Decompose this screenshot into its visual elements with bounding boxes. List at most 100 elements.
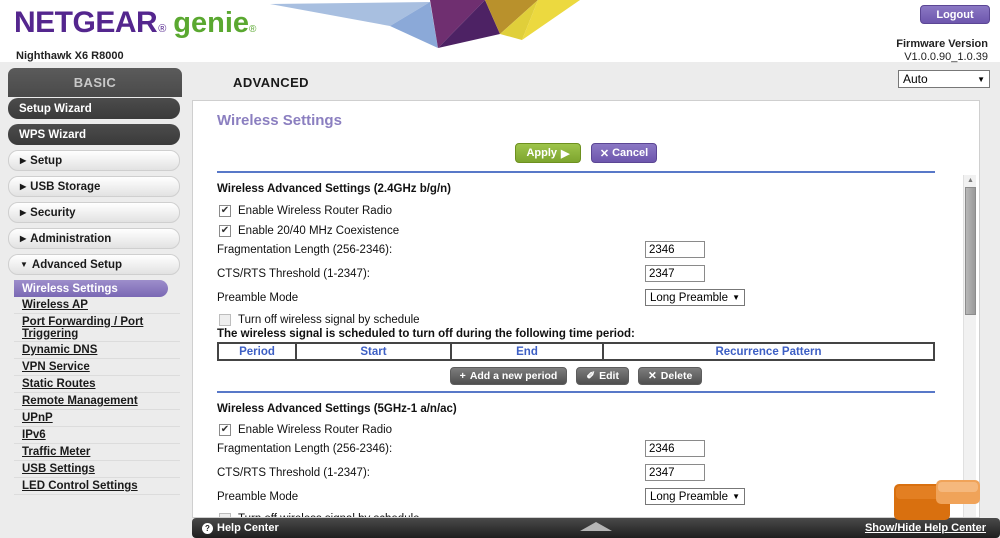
apply-button[interactable]: Apply ▶ bbox=[515, 143, 581, 163]
cts-rts-5-label: CTS/RTS Threshold (1-2347): bbox=[217, 467, 370, 479]
sidebar-item-label: Port Forwarding / Port Triggering bbox=[22, 315, 144, 340]
sidebar-item-wireless-settings[interactable]: Wireless Settings bbox=[14, 280, 168, 297]
cancel-button[interactable]: ✕ Cancel bbox=[591, 143, 657, 163]
column-header-recurrence: Recurrence Pattern bbox=[715, 345, 822, 358]
schedule-action-buttons: + Add a new period ✐ Edit ✕ Delete bbox=[217, 367, 935, 385]
scrollbar-thumb[interactable] bbox=[965, 187, 976, 315]
page-header: NETGEAR ® genie ® Nighthawk X6 R8000 bbox=[0, 0, 1000, 62]
table-header-row: Period Start End Recurrence Pattern bbox=[218, 343, 934, 360]
sidebar-item-dynamic-dns[interactable]: Dynamic DNS bbox=[14, 342, 180, 359]
section-title-5ghz: Wireless Advanced Settings (5GHz-1 a/n/a… bbox=[217, 403, 457, 415]
registered-mark-icon: ® bbox=[158, 23, 167, 35]
sidebar-item-usb-storage[interactable]: ▶ USB Storage bbox=[8, 176, 180, 197]
sidebar-item-ipv6[interactable]: IPv6 bbox=[14, 427, 180, 444]
help-center-button[interactable]: ? Help Center bbox=[202, 522, 279, 534]
chevron-right-icon: ▶ bbox=[20, 156, 27, 165]
sidebar-item-led-control-settings[interactable]: LED Control Settings bbox=[14, 478, 180, 495]
delete-button[interactable]: ✕ Delete bbox=[637, 367, 703, 385]
chevron-down-icon: ▼ bbox=[732, 492, 740, 501]
column-header-period: Period bbox=[218, 343, 297, 360]
edit-button[interactable]: ✐ Edit bbox=[576, 367, 629, 385]
brand-netgear-text: NETGEAR bbox=[14, 6, 158, 39]
page-body: Setup Wizard WPS Wizard ▶ Setup ▶ USB St… bbox=[0, 98, 1000, 538]
sidebar-item-administration[interactable]: ▶ Administration bbox=[8, 228, 180, 249]
frag-length-5-label: Fragmentation Length (256-2346): bbox=[217, 443, 393, 455]
schedule-off-24-row: Turn off wireless signal by schedule bbox=[219, 310, 420, 330]
sidebar-item-label: LED Control Settings bbox=[22, 480, 138, 492]
help-center-bar: ? Help Center Show/Hide Help Center bbox=[192, 518, 1000, 538]
sidebar-item-setup-wizard[interactable]: Setup Wizard bbox=[8, 98, 180, 119]
scroll-up-arrow-icon[interactable]: ▲ bbox=[964, 175, 977, 186]
cts-rts-24-input[interactable]: 2347 bbox=[645, 265, 705, 282]
sidebar-item-wireless-ap[interactable]: Wireless AP bbox=[14, 297, 180, 314]
tab-basic[interactable]: BASIC bbox=[8, 68, 182, 97]
sidebar-item-upnp[interactable]: UPnP bbox=[14, 410, 180, 427]
content-panel: Wireless Settings Apply ▶ ✕ Cancel Wirel… bbox=[192, 100, 980, 518]
sidebar-item-label: USB Settings bbox=[22, 463, 95, 475]
sidebar-item-label: USB Storage bbox=[30, 180, 101, 193]
frag-length-5-input[interactable]: 2346 bbox=[645, 440, 705, 457]
enable-radio-24-checkbox[interactable] bbox=[219, 205, 231, 217]
sidebar-item-remote-management[interactable]: Remote Management bbox=[14, 393, 180, 410]
chevron-right-icon: ▶ bbox=[20, 182, 27, 191]
sidebar-item-label: Wireless AP bbox=[22, 299, 88, 311]
cts-rts-24-label: CTS/RTS Threshold (1-2347): bbox=[217, 268, 370, 280]
add-new-period-button[interactable]: + Add a new period bbox=[449, 367, 568, 385]
chevron-down-icon: ▼ bbox=[20, 260, 28, 269]
help-center-label: Help Center bbox=[217, 522, 279, 534]
firmware-version-label: Firmware Version bbox=[896, 38, 988, 50]
schedule-off-5-row: Turn off wireless signal by schedule bbox=[219, 509, 420, 517]
sidebar-navigation: Setup Wizard WPS Wizard ▶ Setup ▶ USB St… bbox=[0, 98, 190, 538]
sidebar-item-setup[interactable]: ▶ Setup bbox=[8, 150, 180, 171]
sidebar-item-label: Security bbox=[30, 206, 76, 219]
sidebar-item-port-forwarding[interactable]: Port Forwarding / Port Triggering bbox=[14, 314, 180, 342]
netgear-genie-admin-page: NETGEAR ® genie ® Nighthawk X6 R8000 Log… bbox=[0, 0, 1000, 538]
sidebar-item-label: Setup Wizard bbox=[19, 102, 92, 115]
enable-radio-24-label: Enable Wireless Router Radio bbox=[238, 205, 393, 217]
brand-genie-text: genie bbox=[173, 7, 250, 39]
sidebar-item-security[interactable]: ▶ Security bbox=[8, 202, 180, 223]
sidebar-item-static-routes[interactable]: Static Routes bbox=[14, 376, 180, 393]
cts-rts-5-input[interactable]: 2347 bbox=[645, 464, 705, 481]
question-mark-icon: ? bbox=[202, 522, 213, 534]
sidebar-item-advanced-setup[interactable]: ▼ Advanced Setup bbox=[8, 254, 180, 275]
chevron-right-icon: ▶ bbox=[20, 234, 27, 243]
content-scrollbar[interactable]: ▲ bbox=[963, 175, 976, 517]
sidebar-item-label: Administration bbox=[30, 232, 112, 245]
sidebar-item-label: IPv6 bbox=[22, 429, 46, 441]
preamble-24-select[interactable]: Long Preamble ▼ bbox=[645, 289, 745, 306]
schedule-note-24: The wireless signal is scheduled to turn… bbox=[217, 328, 635, 340]
sidebar-item-label: Remote Management bbox=[22, 395, 138, 407]
column-header-start: Start bbox=[296, 343, 452, 360]
sidebar-item-label: Advanced Setup bbox=[31, 258, 123, 271]
sidebar-item-usb-settings[interactable]: USB Settings bbox=[14, 461, 180, 478]
section-divider-middle bbox=[217, 391, 935, 393]
sidebar-item-vpn-service[interactable]: VPN Service bbox=[14, 359, 180, 376]
schedule-off-24-label: Turn off wireless signal by schedule bbox=[238, 314, 420, 326]
delete-button-label: Delete bbox=[660, 370, 693, 382]
section-title-24ghz: Wireless Advanced Settings (2.4GHz b/g/n… bbox=[217, 183, 451, 195]
sidebar-item-wps-wizard[interactable]: WPS Wizard bbox=[8, 124, 180, 145]
sidebar-item-traffic-meter[interactable]: Traffic Meter bbox=[14, 444, 180, 461]
coexistence-24-label: Enable 20/40 MHz Coexistence bbox=[238, 225, 400, 237]
preamble-5-select[interactable]: Long Preamble ▼ bbox=[645, 488, 745, 505]
form-action-buttons: Apply ▶ ✕ Cancel bbox=[193, 143, 979, 163]
schedule-off-5-checkbox[interactable] bbox=[219, 513, 231, 517]
cancel-button-label: Cancel bbox=[612, 147, 649, 159]
column-header-end: End bbox=[451, 343, 604, 360]
section-divider-top bbox=[217, 171, 935, 173]
enable-radio-5-checkbox[interactable] bbox=[219, 424, 231, 436]
sidebar-item-label: VPN Service bbox=[22, 361, 90, 373]
schedule-off-24-checkbox[interactable] bbox=[219, 314, 231, 326]
logout-button[interactable]: Logout bbox=[920, 5, 990, 24]
preamble-24-value: Long Preamble bbox=[650, 291, 728, 304]
sidebar-item-label: Dynamic DNS bbox=[22, 344, 98, 356]
frag-length-24-input[interactable]: 2346 bbox=[645, 241, 705, 258]
add-new-period-label: Add a new period bbox=[469, 370, 558, 382]
tab-advanced[interactable]: ADVANCED bbox=[186, 68, 356, 97]
coexistence-24-checkbox[interactable] bbox=[219, 225, 231, 237]
expand-help-handle[interactable] bbox=[578, 521, 614, 535]
sidebar-item-label: UPnP bbox=[22, 412, 53, 424]
header-decoration-graphic bbox=[270, 0, 580, 48]
play-arrow-icon: ▶ bbox=[561, 147, 570, 160]
